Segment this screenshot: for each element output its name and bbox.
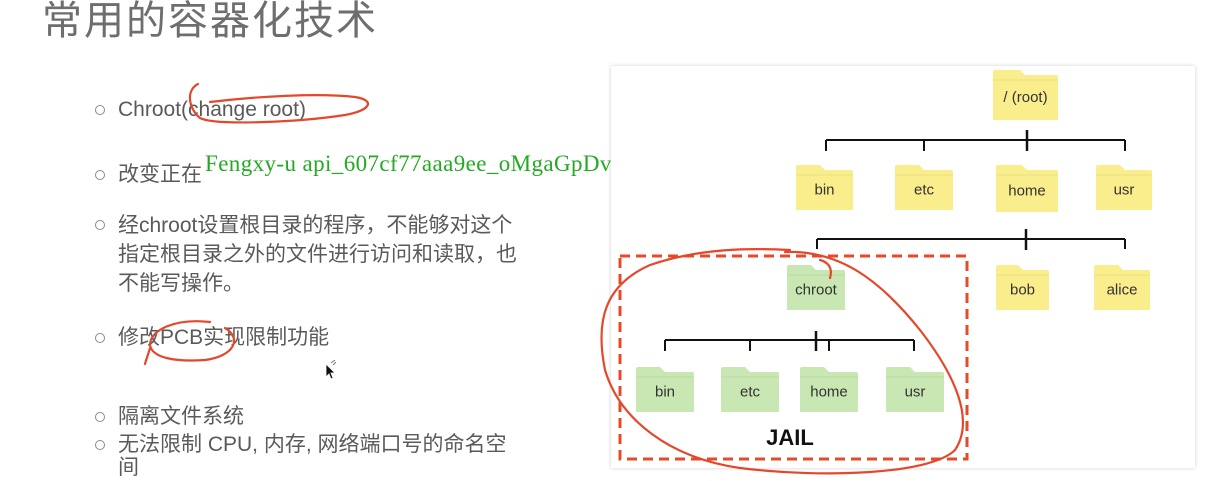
tree-connector-home (816, 229, 1126, 250)
folder-label: home (1008, 183, 1046, 200)
folder-label: home (810, 384, 848, 401)
folder-etc: etc (895, 165, 953, 210)
folder-label: bin (814, 182, 834, 199)
folder-bin: bin (796, 165, 853, 210)
folder-label: bob (1010, 282, 1035, 299)
folder-label: etc (740, 384, 761, 401)
folder-group: / (root) bin etc home usr chroot bob alice bin et… (636, 70, 1152, 412)
folder-jail-etc: etc (721, 367, 779, 412)
annotation-circle-pcb (143, 320, 236, 366)
tree-connector-chroot (664, 331, 915, 351)
folder-label: bin (655, 384, 675, 401)
tree-connector-root (825, 130, 1126, 151)
folder-bob: bob (996, 265, 1049, 310)
slide: 常用的容器化技术 Chroot(change root) 改变正在 经chroo… (0, 0, 1208, 481)
folder-jail-home: home (800, 367, 858, 412)
folder-alice: alice (1094, 265, 1150, 310)
folder-chroot: chroot (787, 265, 845, 310)
folder-label: usr (1114, 182, 1135, 199)
folder-label: chroot (795, 282, 838, 299)
folder-jail-bin: bin (636, 367, 694, 412)
jail-label: JAIL (766, 425, 814, 450)
diagram-canvas: / (root) bin etc home usr chroot bob alice bin et… (143, 70, 1152, 475)
folder-label: etc (914, 182, 935, 199)
folder-home: home (996, 165, 1058, 212)
folder-label: usr (905, 384, 926, 401)
folder-label: / (root) (1003, 89, 1047, 106)
annotation-circle-change-root (188, 82, 369, 124)
folder-label: alice (1107, 282, 1138, 299)
folder-usr: usr (1096, 165, 1152, 210)
folder-jail-usr: usr (886, 367, 944, 412)
folder-root: / (root) (993, 70, 1058, 120)
mouse-cursor-icon (325, 360, 336, 380)
